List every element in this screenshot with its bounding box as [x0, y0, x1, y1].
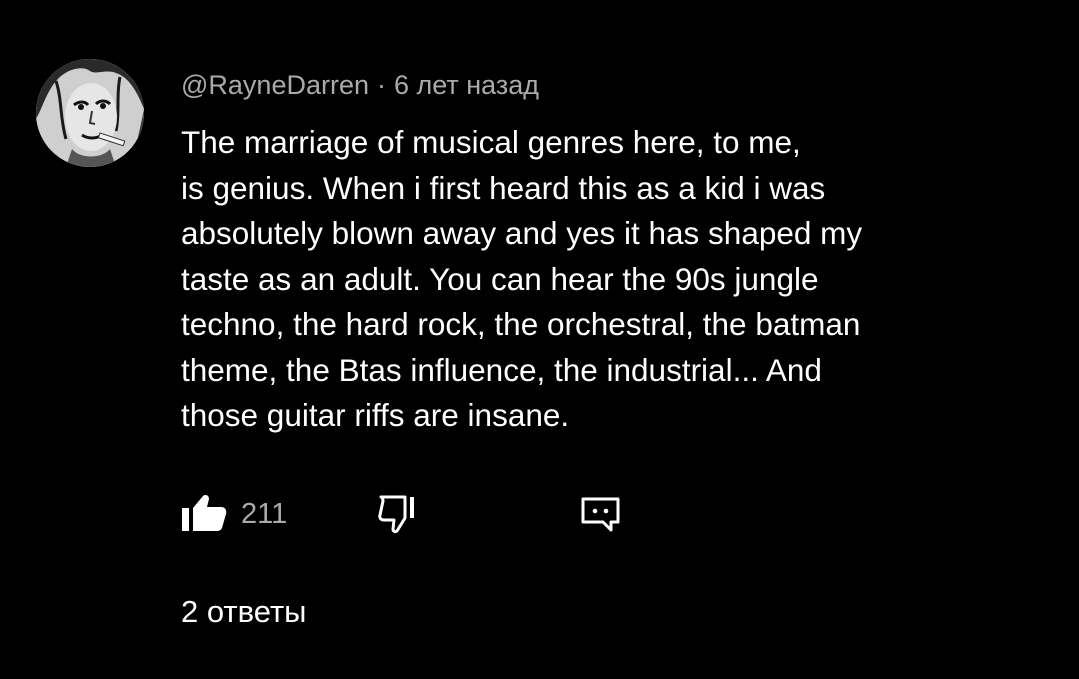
comment-text-line: those guitar riffs are insane.: [181, 397, 570, 433]
comment-text-line: is genius. When i first heard this as a …: [181, 169, 826, 206]
comment-text-line: taste as an adult. You can hear the 90s …: [181, 260, 819, 297]
comment-meta: @RayneDarren · 6 лет назад: [181, 68, 539, 102]
like-count: 211: [241, 498, 288, 530]
comment-actions: 211: [181, 490, 781, 536]
comment-reply-icon: [581, 497, 620, 532]
author-name[interactable]: @RayneDarren: [181, 70, 369, 100]
thumbs-down-icon: [378, 495, 414, 534]
comment-text-line: techno, the hard rock, the orchestral, t…: [181, 306, 861, 342]
reply-button[interactable]: [581, 496, 621, 534]
dislike-button[interactable]: [377, 494, 423, 534]
thumbs-up-filled-icon: [182, 495, 227, 531]
avatar[interactable]: [36, 59, 144, 167]
comment-text: The marriage of musical genres here, to …: [181, 120, 1041, 439]
meta-separator: ·: [377, 70, 386, 100]
like-button[interactable]: [181, 494, 227, 532]
replies-toggle[interactable]: 2 ответы: [181, 592, 306, 632]
comment-text-line: The marriage of musical genres here, to …: [181, 124, 801, 160]
avatar-image: [36, 59, 144, 167]
comment-text-line: absolutely blown away and yes it has sha…: [181, 215, 863, 251]
comment-timestamp[interactable]: 6 лет назад: [394, 70, 539, 100]
comment-text-line: theme, the Btas influence, the industria…: [181, 351, 822, 388]
